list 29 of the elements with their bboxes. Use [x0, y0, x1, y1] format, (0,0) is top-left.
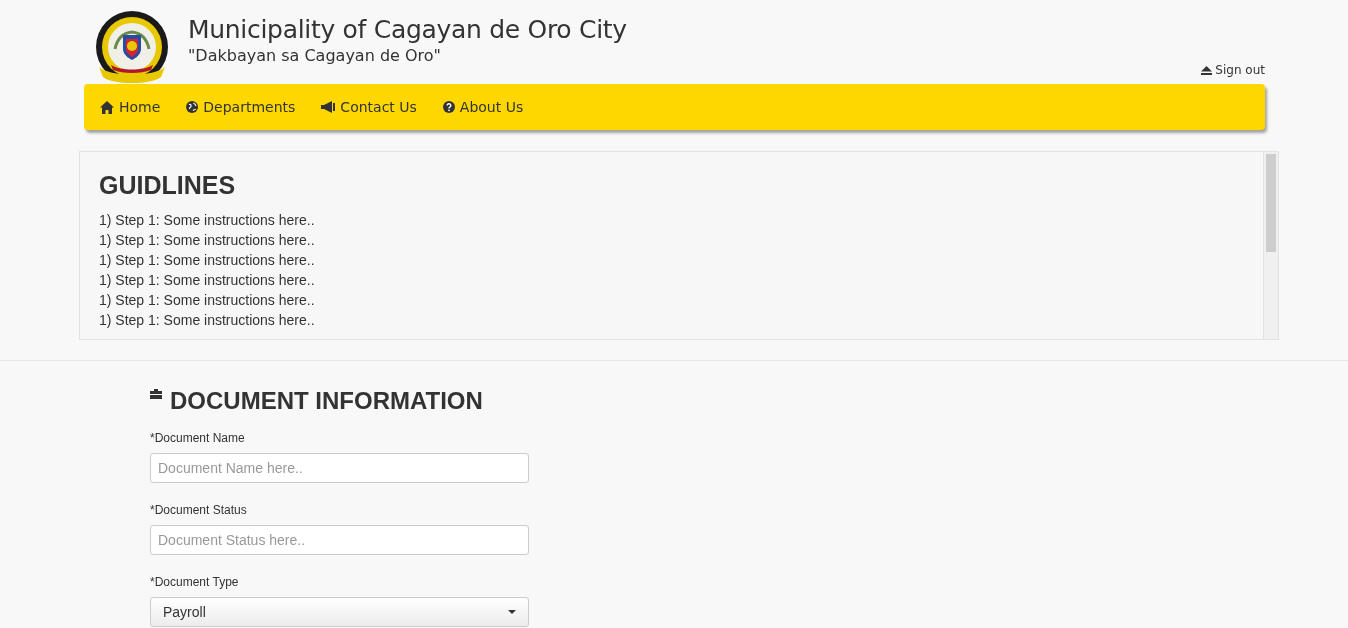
document-type-dropdown[interactable]: Payroll [150, 597, 529, 627]
field-label: *Document Status [150, 502, 248, 518]
eject-icon [1201, 65, 1213, 75]
guideline-step: 1) Step 1: Some instructions here.. [99, 250, 1263, 270]
globe-icon [186, 101, 199, 113]
guideline-step: 1) Step 1: Some instructions here.. [99, 210, 1263, 230]
nav-link[interactable]: Departments [186, 96, 296, 118]
section-heading: DOCUMENT INFORMATION [170, 388, 483, 414]
guideline-step: 1) Step 1: Some instructions here.. [99, 230, 1263, 250]
sign-out-link[interactable]: Sign out [1201, 61, 1265, 79]
nav-link[interactable]: Home [100, 96, 161, 118]
site-subtitle: "Dakbayan sa Cagayan de Oro" [188, 46, 442, 66]
text-field[interactable]: Document Status here.. [150, 525, 529, 555]
text-field[interactable]: Document Name here.. [150, 453, 529, 483]
guideline-step: 1) Step 1: Some instructions here.. [99, 270, 1263, 290]
site-title: Municipality of Cagayan de Oro City [188, 14, 627, 46]
nav-link[interactable]: Contact Us [321, 96, 417, 118]
home-icon [100, 100, 114, 114]
guidelines-heading: GUIDLINES [99, 170, 237, 200]
guideline-step: 1) Step 1: Some instructions here.. [99, 310, 1263, 330]
caret-icon [508, 610, 516, 614]
field-label: *Document Type [150, 574, 240, 590]
scrollbar[interactable] [1263, 152, 1278, 339]
guideline-step: 1) Step 1: Some instructions here.. [99, 290, 1263, 310]
question-icon [442, 101, 455, 113]
nav-link[interactable]: About Us [442, 96, 524, 118]
megaphone-icon [321, 101, 336, 113]
field-label: *Document Name [150, 430, 246, 446]
briefcase-icon [150, 389, 162, 399]
